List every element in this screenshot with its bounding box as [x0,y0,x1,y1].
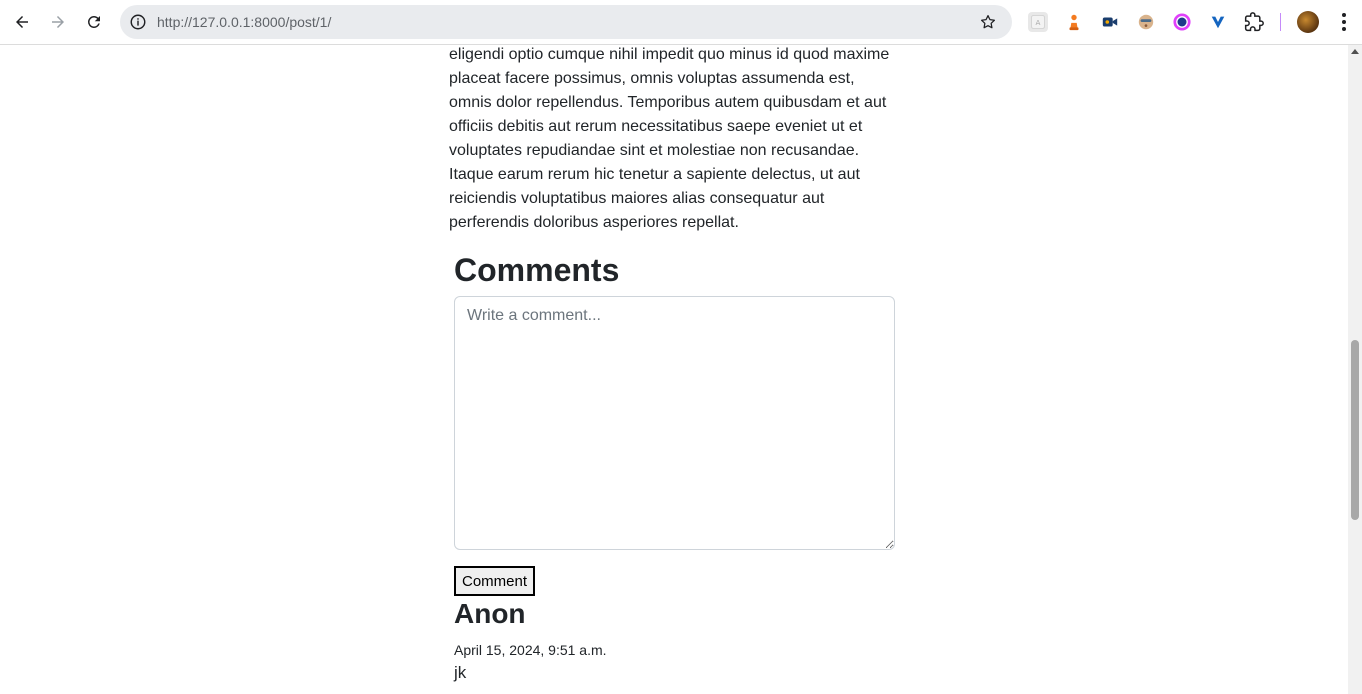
svg-text:A: A [1036,18,1041,27]
comment-input[interactable] [454,296,895,550]
chess-extension-icon[interactable] [1064,12,1084,32]
comment-submit-button[interactable]: Comment [454,566,536,596]
browser-menu-icon[interactable] [1334,11,1354,33]
scrollbar-thumb[interactable] [1351,340,1359,520]
reload-icon [87,15,100,28]
arrow-left-icon [16,16,28,28]
face-extension-icon[interactable] [1136,12,1156,32]
address-bar[interactable]: http://127.0.0.1:8000/post/1/ [120,5,1012,39]
post-body-text: eligendi optio cumque nihil impedit quo … [449,46,890,231]
comment-text: jk [454,663,467,682]
video-camera-extension-icon[interactable] [1100,12,1120,32]
site-info-icon[interactable] [128,12,148,32]
browser-toolbar: http://127.0.0.1:8000/post/1/ A [0,0,1362,45]
comment-date: April 15, 2024, 9:51 a.m. [454,642,607,658]
vpn-extension-icon[interactable] [1208,12,1228,32]
scroll-up-arrow-icon[interactable] [1351,49,1359,54]
reload-button[interactable] [78,6,110,38]
bookmark-star-icon[interactable] [978,12,998,32]
color-circle-extension-icon[interactable] [1172,12,1192,32]
comments-section: Comments Comment Anon April 15, 2024, 9:… [454,250,896,682]
post-content: eligendi optio cumque nihil impedit quo … [449,43,901,235]
back-button[interactable] [6,6,38,38]
puzzle-extensions-icon[interactable] [1244,12,1264,32]
url-text: http://127.0.0.1:8000/post/1/ [157,14,332,30]
forward-button[interactable] [42,6,74,38]
profile-avatar[interactable] [1297,11,1319,33]
comments-heading: Comments [454,252,620,288]
arrow-right-icon [52,16,64,28]
comment-author: Anon [454,598,526,629]
page-scrollbar[interactable] [1348,45,1362,694]
toolbar-divider [1280,13,1281,31]
translate-extension-icon[interactable]: A [1028,12,1048,32]
